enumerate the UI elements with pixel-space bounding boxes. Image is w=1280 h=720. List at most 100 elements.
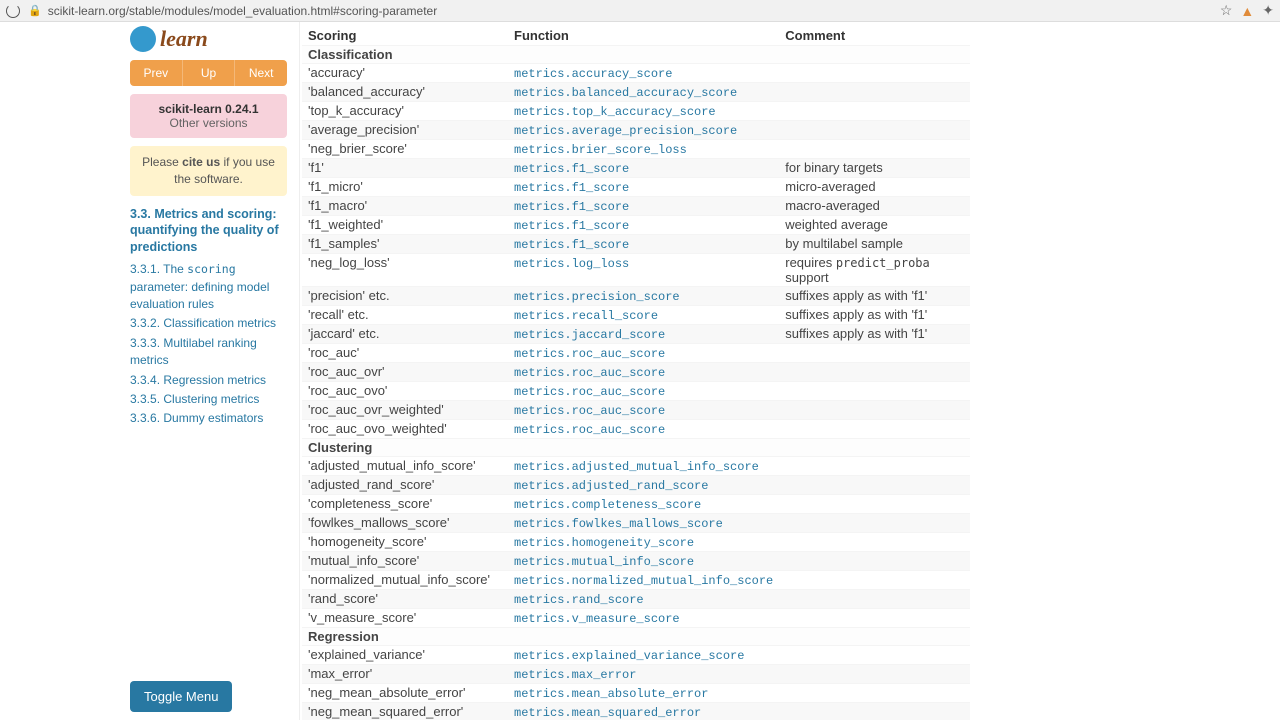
function-cell: metrics.mutual_info_score bbox=[508, 552, 779, 571]
comment-cell bbox=[779, 533, 970, 552]
puzzle-icon[interactable]: ✦ bbox=[1262, 2, 1274, 19]
toc-link[interactable]: 3.3.6. Dummy estimators bbox=[130, 409, 287, 428]
table-row: 'neg_mean_squared_error'metrics.mean_squ… bbox=[302, 703, 970, 720]
table-row: 'neg_brier_score'metrics.brier_score_los… bbox=[302, 140, 970, 159]
extension-icons: ☆ ▲ ✦ bbox=[1220, 2, 1274, 19]
function-link[interactable]: metrics.roc_auc_score bbox=[514, 404, 665, 418]
function-cell: metrics.jaccard_score bbox=[508, 325, 779, 344]
function-link[interactable]: metrics.balanced_accuracy_score bbox=[514, 86, 737, 100]
comment-cell bbox=[779, 684, 970, 703]
star-icon[interactable]: ☆ bbox=[1220, 2, 1233, 19]
scoring-cell: 'balanced_accuracy' bbox=[302, 83, 508, 102]
table-row: 'adjusted_rand_score'metrics.adjusted_ra… bbox=[302, 476, 970, 495]
function-cell: metrics.roc_auc_score bbox=[508, 401, 779, 420]
toggle-menu-button[interactable]: Toggle Menu bbox=[130, 681, 232, 712]
function-link[interactable]: metrics.roc_auc_score bbox=[514, 366, 665, 380]
scoring-cell: 'v_measure_score' bbox=[302, 609, 508, 628]
comment-cell bbox=[779, 401, 970, 420]
table-row: 'recall' etc.metrics.recall_scoresuffixe… bbox=[302, 306, 970, 325]
table-row: 'explained_variance'metrics.explained_va… bbox=[302, 646, 970, 665]
toc-link[interactable]: 3.3.1. The scoring parameter: defining m… bbox=[130, 260, 287, 314]
toc-link[interactable]: 3.3.4. Regression metrics bbox=[130, 371, 287, 390]
toc-heading[interactable]: 3.3. Metrics and scoring: quantifying th… bbox=[130, 206, 287, 257]
function-link[interactable]: metrics.rand_score bbox=[514, 593, 644, 607]
function-link[interactable]: metrics.jaccard_score bbox=[514, 328, 665, 342]
function-link[interactable]: metrics.fowlkes_mallows_score bbox=[514, 517, 723, 531]
comment-cell bbox=[779, 646, 970, 665]
reload-icon[interactable] bbox=[6, 4, 20, 18]
comment-cell bbox=[779, 665, 970, 684]
function-link[interactable]: metrics.recall_score bbox=[514, 309, 658, 323]
function-link[interactable]: metrics.f1_score bbox=[514, 238, 629, 252]
function-link[interactable]: metrics.top_k_accuracy_score bbox=[514, 105, 716, 119]
function-link[interactable]: metrics.completeness_score bbox=[514, 498, 701, 512]
table-row: 'f1_micro'metrics.f1_scoremicro-averaged bbox=[302, 178, 970, 197]
scoring-cell: 'roc_auc_ovo' bbox=[302, 382, 508, 401]
function-cell: metrics.roc_auc_score bbox=[508, 382, 779, 401]
other-versions-link[interactable]: Other versions bbox=[138, 116, 279, 130]
scoring-cell: 'max_error' bbox=[302, 665, 508, 684]
function-link[interactable]: metrics.homogeneity_score bbox=[514, 536, 694, 550]
function-link[interactable]: metrics.adjusted_mutual_info_score bbox=[514, 460, 759, 474]
logo[interactable]: learn bbox=[130, 26, 287, 52]
table-row: 'completeness_score'metrics.completeness… bbox=[302, 495, 970, 514]
function-link[interactable]: metrics.mutual_info_score bbox=[514, 555, 694, 569]
toc-link[interactable]: 3.3.5. Clustering metrics bbox=[130, 390, 287, 409]
scoring-cell: 'fowlkes_mallows_score' bbox=[302, 514, 508, 533]
comment-cell: for binary targets bbox=[779, 159, 970, 178]
function-link[interactable]: metrics.roc_auc_score bbox=[514, 423, 665, 437]
section-label: Clustering bbox=[302, 439, 970, 457]
url-text[interactable]: scikit-learn.org/stable/modules/model_ev… bbox=[48, 4, 1220, 18]
function-cell: metrics.precision_score bbox=[508, 287, 779, 306]
function-link[interactable]: metrics.f1_score bbox=[514, 162, 629, 176]
scoring-cell: 'normalized_mutual_info_score' bbox=[302, 571, 508, 590]
function-link[interactable]: metrics.mean_absolute_error bbox=[514, 687, 708, 701]
function-cell: metrics.fowlkes_mallows_score bbox=[508, 514, 779, 533]
version-box: scikit-learn 0.24.1 Other versions bbox=[130, 94, 287, 138]
comment-cell bbox=[779, 382, 970, 401]
function-cell: metrics.homogeneity_score bbox=[508, 533, 779, 552]
function-link[interactable]: metrics.roc_auc_score bbox=[514, 347, 665, 361]
function-link[interactable]: metrics.precision_score bbox=[514, 290, 680, 304]
table-row: 'accuracy'metrics.accuracy_score bbox=[302, 64, 970, 83]
function-link[interactable]: metrics.average_precision_score bbox=[514, 124, 737, 138]
prev-button[interactable]: Prev bbox=[130, 60, 183, 86]
function-cell: metrics.normalized_mutual_info_score bbox=[508, 571, 779, 590]
scoring-cell: 'neg_mean_absolute_error' bbox=[302, 684, 508, 703]
function-link[interactable]: metrics.explained_variance_score bbox=[514, 649, 744, 663]
cite-box: Please cite us if you use the software. bbox=[130, 146, 287, 196]
function-link[interactable]: metrics.f1_score bbox=[514, 181, 629, 195]
nav-buttons: Prev Up Next bbox=[130, 60, 287, 86]
function-link[interactable]: metrics.max_error bbox=[514, 668, 636, 682]
table-row: 'top_k_accuracy' metrics.top_k_accuracy_s… bbox=[302, 102, 970, 121]
function-link[interactable]: metrics.log_loss bbox=[514, 257, 629, 271]
table-row: 'adjusted_mutual_info_score'metrics.adju… bbox=[302, 457, 970, 476]
version-text: scikit-learn 0.24.1 bbox=[138, 102, 279, 116]
function-cell: metrics.completeness_score bbox=[508, 495, 779, 514]
table-row: 'roc_auc_ovr'metrics.roc_auc_score bbox=[302, 363, 970, 382]
function-link[interactable]: metrics.brier_score_loss bbox=[514, 143, 687, 157]
next-button[interactable]: Next bbox=[235, 60, 287, 86]
table-row: 'f1_weighted'metrics.f1_scoreweighted av… bbox=[302, 216, 970, 235]
table-row: 'roc_auc_ovo' metrics.roc_auc_score bbox=[302, 382, 970, 401]
function-link[interactable]: metrics.mean_squared_error bbox=[514, 706, 701, 720]
function-link[interactable]: metrics.normalized_mutual_info_score bbox=[514, 574, 773, 588]
flame-icon[interactable]: ▲ bbox=[1240, 3, 1254, 19]
toc-link[interactable]: 3.3.2. Classification metrics bbox=[130, 314, 287, 333]
toc-link[interactable]: 3.3.3. Multilabel ranking metrics bbox=[130, 334, 287, 371]
scoring-cell: 'top_k_accuracy' bbox=[302, 102, 508, 121]
function-link[interactable]: metrics.v_measure_score bbox=[514, 612, 680, 626]
up-button[interactable]: Up bbox=[183, 60, 236, 86]
logo-circle-icon bbox=[130, 26, 156, 52]
scoring-cell: 'roc_auc_ovr_weighted' bbox=[302, 401, 508, 420]
function-cell: metrics.roc_auc_score bbox=[508, 363, 779, 382]
function-cell: metrics.adjusted_rand_score bbox=[508, 476, 779, 495]
function-link[interactable]: metrics.f1_score bbox=[514, 219, 629, 233]
function-link[interactable]: metrics.accuracy_score bbox=[514, 67, 672, 81]
function-link[interactable]: metrics.f1_score bbox=[514, 200, 629, 214]
cite-us-link[interactable]: cite us bbox=[182, 155, 220, 169]
comment-cell bbox=[779, 102, 970, 121]
function-link[interactable]: metrics.roc_auc_score bbox=[514, 385, 665, 399]
comment-cell bbox=[779, 495, 970, 514]
function-link[interactable]: metrics.adjusted_rand_score bbox=[514, 479, 708, 493]
